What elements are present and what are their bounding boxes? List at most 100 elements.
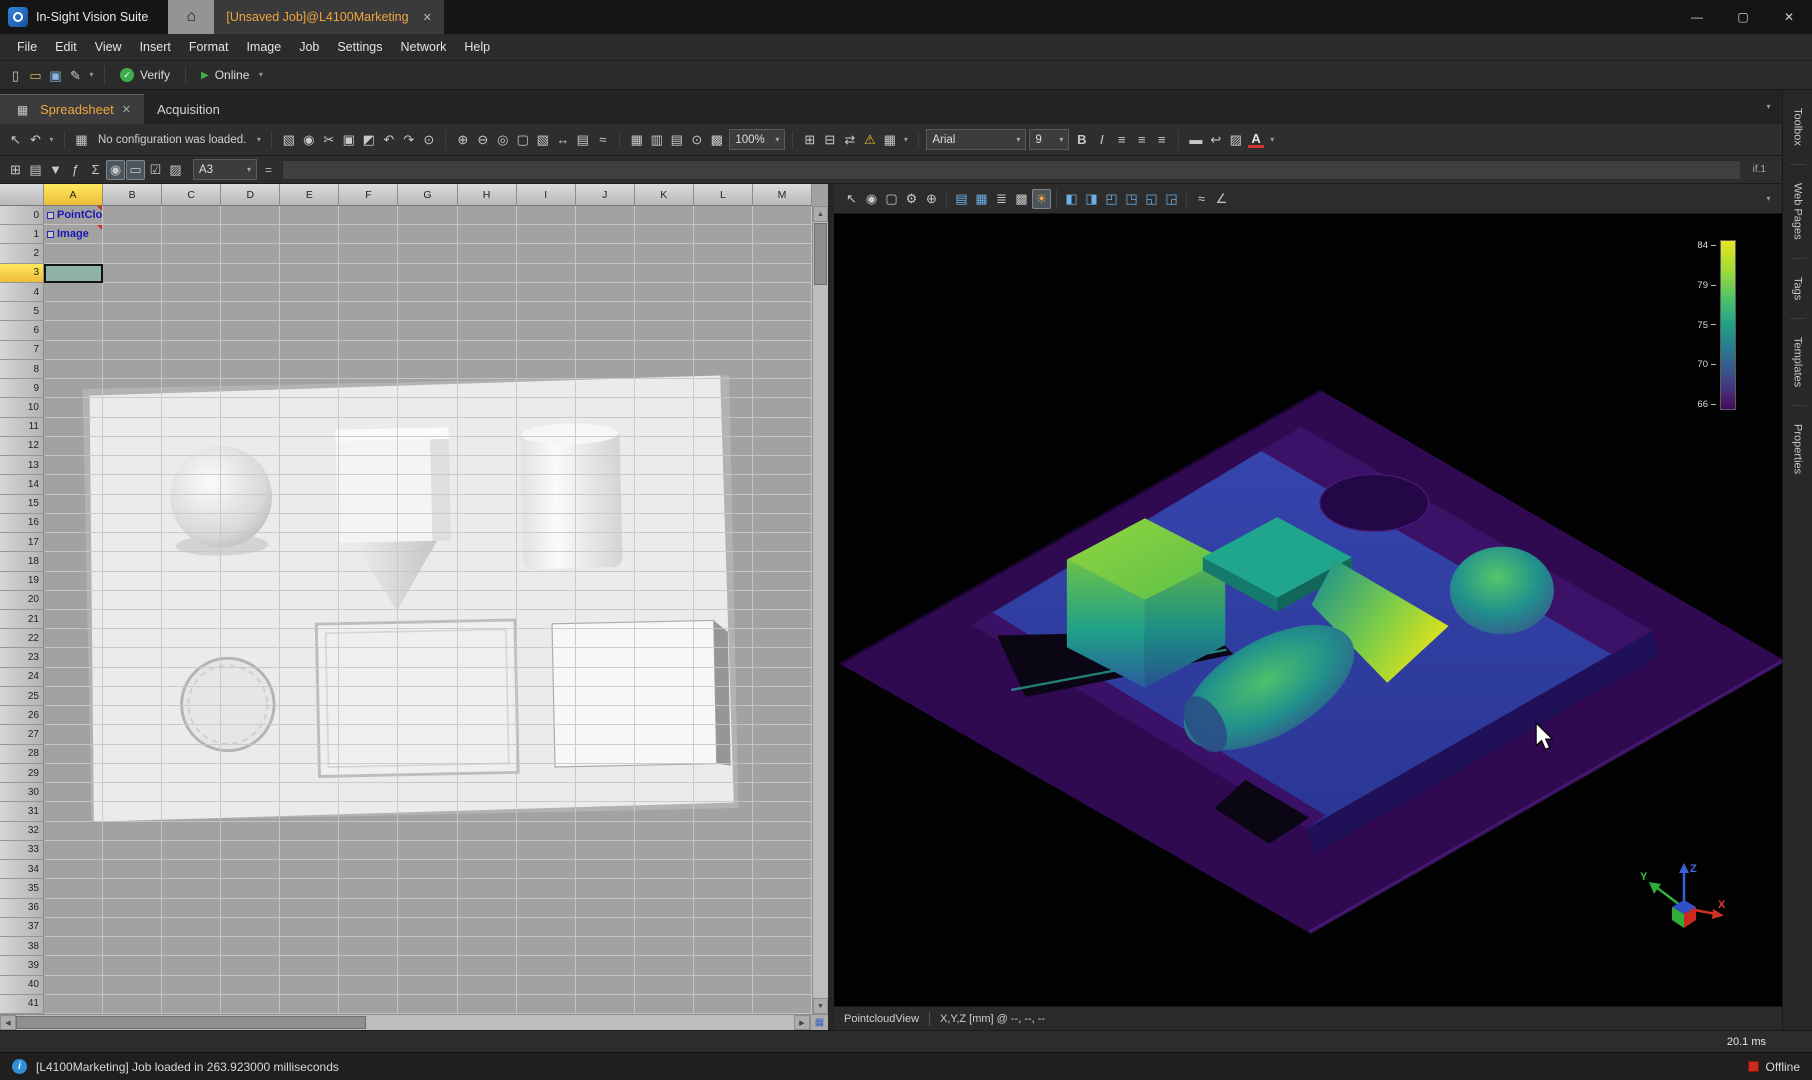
sheet-body[interactable]: 0PointCloud1Image23456789101112131415161… — [0, 206, 812, 1014]
cell-J37[interactable] — [576, 918, 635, 937]
vertical-scrollbar[interactable]: ▲ ▼ — [812, 206, 828, 1014]
cell-H0[interactable] — [458, 206, 517, 225]
cell-D32[interactable] — [221, 822, 280, 841]
cell-L17[interactable] — [694, 533, 753, 552]
insert-columns-icon[interactable]: ⊟ — [820, 130, 839, 150]
cell-M41[interactable] — [753, 995, 812, 1014]
insert-function-icon[interactable]: ƒ — [66, 160, 85, 180]
cell-B35[interactable] — [103, 879, 162, 898]
cell-G35[interactable] — [398, 879, 457, 898]
cell-B14[interactable] — [103, 475, 162, 494]
cell-F17[interactable] — [339, 533, 398, 552]
cell-K29[interactable] — [635, 764, 694, 783]
cell-M6[interactable] — [753, 321, 812, 340]
cell-M37[interactable] — [753, 918, 812, 937]
cell-F4[interactable] — [339, 283, 398, 302]
cell-E32[interactable] — [280, 822, 339, 841]
online-button[interactable]: ▶ Online ▾ — [193, 65, 274, 85]
cell-D37[interactable] — [221, 918, 280, 937]
cell-G37[interactable] — [398, 918, 457, 937]
cell-J25[interactable] — [576, 687, 635, 706]
cell-J36[interactable] — [576, 899, 635, 918]
cell-K9[interactable] — [635, 379, 694, 398]
cell-C31[interactable] — [162, 802, 221, 821]
cell-D21[interactable] — [221, 610, 280, 629]
row-header-22[interactable]: 22 — [0, 629, 44, 648]
cell-A41[interactable] — [44, 995, 103, 1014]
cell-F19[interactable] — [339, 572, 398, 591]
cell-H31[interactable] — [458, 802, 517, 821]
row-header-9[interactable]: 9 — [0, 379, 44, 398]
toggle-grid-icon[interactable]: ▦ — [627, 130, 646, 150]
cell-C2[interactable] — [162, 244, 221, 263]
cell-I3[interactable] — [517, 264, 576, 283]
fill-color-icon[interactable]: ▨ — [1226, 130, 1245, 150]
cell-I41[interactable] — [517, 995, 576, 1014]
zoom-region-icon[interactable]: ▧ — [533, 130, 552, 150]
cell-G41[interactable] — [398, 995, 457, 1014]
cell-K22[interactable] — [635, 629, 694, 648]
scroll-up-icon[interactable]: ▲ — [813, 206, 828, 222]
cell-H22[interactable] — [458, 629, 517, 648]
cell-E37[interactable] — [280, 918, 339, 937]
align-center-icon[interactable]: ≡ — [1132, 130, 1151, 150]
configuration-icon[interactable]: ▦ — [72, 130, 91, 150]
cell-F1[interactable] — [339, 225, 398, 244]
cell-G15[interactable] — [398, 495, 457, 514]
cell-B21[interactable] — [103, 610, 162, 629]
cell-I31[interactable] — [517, 802, 576, 821]
cell-G30[interactable] — [398, 783, 457, 802]
cell-D19[interactable] — [221, 572, 280, 591]
home-tab[interactable]: ⌂ — [168, 0, 214, 34]
cell-C36[interactable] — [162, 899, 221, 918]
cell-M23[interactable] — [753, 648, 812, 667]
sum-icon[interactable]: Σ — [86, 160, 105, 180]
cell-H14[interactable] — [458, 475, 517, 494]
cell-A3[interactable] — [44, 264, 103, 283]
cell-L6[interactable] — [694, 321, 753, 340]
cell-J3[interactable] — [576, 264, 635, 283]
cell-K0[interactable] — [635, 206, 694, 225]
cell-F35[interactable] — [339, 879, 398, 898]
cell-K27[interactable] — [635, 725, 694, 744]
cell-A39[interactable] — [44, 956, 103, 975]
cell-C25[interactable] — [162, 687, 221, 706]
cell-G25[interactable] — [398, 687, 457, 706]
cell-K32[interactable] — [635, 822, 694, 841]
cell-D35[interactable] — [221, 879, 280, 898]
cell-H36[interactable] — [458, 899, 517, 918]
view-front-icon[interactable]: ◧ — [1062, 189, 1081, 209]
cell-C13[interactable] — [162, 456, 221, 475]
cell-C16[interactable] — [162, 514, 221, 533]
cell-D7[interactable] — [221, 341, 280, 360]
cell-G2[interactable] — [398, 244, 457, 263]
cell-B39[interactable] — [103, 956, 162, 975]
cell-H10[interactable] — [458, 398, 517, 417]
cell-reference-box[interactable]: A3 ▾ — [193, 159, 257, 180]
cell-B23[interactable] — [103, 648, 162, 667]
row-header-37[interactable]: 37 — [0, 918, 44, 937]
cell-D12[interactable] — [221, 437, 280, 456]
cell-E18[interactable] — [280, 552, 339, 571]
cell-K23[interactable] — [635, 648, 694, 667]
cell-K34[interactable] — [635, 860, 694, 879]
cell-C30[interactable] — [162, 783, 221, 802]
cell-C21[interactable] — [162, 610, 221, 629]
connection-status[interactable]: Offline — [1748, 1060, 1800, 1074]
configuration-dropdown-icon[interactable]: ▾ — [253, 130, 264, 150]
row-header-12[interactable]: 12 — [0, 437, 44, 456]
cell-L25[interactable] — [694, 687, 753, 706]
tab-acquisition[interactable]: Acquisition — [144, 94, 233, 124]
cell-E23[interactable] — [280, 648, 339, 667]
cell-L40[interactable] — [694, 976, 753, 995]
cell-M12[interactable] — [753, 437, 812, 456]
cell-K20[interactable] — [635, 591, 694, 610]
cell-K33[interactable] — [635, 841, 694, 860]
cell-C6[interactable] — [162, 321, 221, 340]
settings-gear-icon[interactable]: ⚙ — [902, 189, 921, 209]
cell-G6[interactable] — [398, 321, 457, 340]
cell-M31[interactable] — [753, 802, 812, 821]
cell-C24[interactable] — [162, 668, 221, 687]
cell-I36[interactable] — [517, 899, 576, 918]
cell-H13[interactable] — [458, 456, 517, 475]
